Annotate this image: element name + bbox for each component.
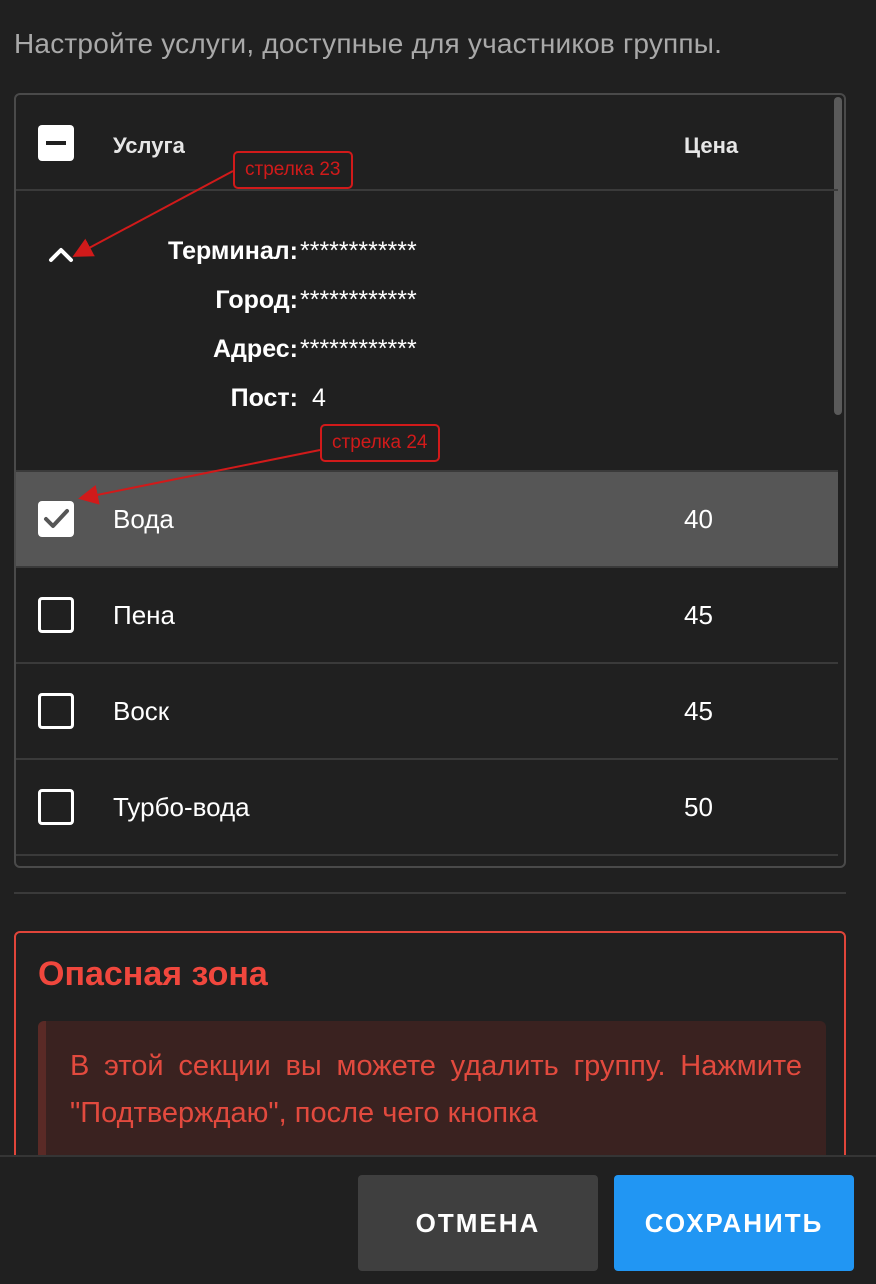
dialog-footer: ОТМЕНА СОХРАНИТЬ <box>0 1155 876 1284</box>
minus-icon <box>46 141 66 145</box>
select-all-checkbox[interactable] <box>38 125 74 161</box>
danger-zone-text: В этой секции вы можете удалить группу. … <box>70 1050 802 1129</box>
page: Настройте услуги, доступные для участник… <box>0 0 876 1284</box>
cancel-button[interactable]: ОТМЕНА <box>358 1175 598 1271</box>
table-header: Услуга Цена <box>16 95 838 191</box>
city-value: ************ <box>300 286 417 314</box>
service-row-pena[interactable]: Пена 45 <box>16 566 838 662</box>
services-table: Услуга Цена Терминал: ************ Город… <box>14 93 846 868</box>
service-price: 50 <box>684 792 713 822</box>
check-icon <box>44 509 69 528</box>
post-value: 4 <box>312 384 326 412</box>
annotation-arrow-23: стрелка 23 <box>233 151 353 189</box>
service-name: Пена <box>113 600 175 630</box>
section-divider <box>14 892 846 894</box>
terminal-row: Терминал: ************ <box>16 237 838 277</box>
service-row-vosk[interactable]: Воск 45 <box>16 662 838 758</box>
annotation-arrow-24: стрелка 24 <box>320 424 440 462</box>
terminal-value: ************ <box>300 237 417 265</box>
address-row: Адрес: ************ <box>16 335 838 375</box>
service-row-partial <box>16 854 838 866</box>
save-button[interactable]: СОХРАНИТЬ <box>614 1175 854 1271</box>
column-header-price[interactable]: Цена <box>684 133 738 159</box>
city-row: Город: ************ <box>16 286 838 326</box>
service-checkbox[interactable] <box>38 597 74 633</box>
service-price: 45 <box>684 600 713 630</box>
post-label: Пост: <box>230 384 298 412</box>
address-value: ************ <box>300 335 417 363</box>
section-subtitle: Настройте услуги, доступные для участник… <box>14 28 723 59</box>
address-label: Адрес: <box>213 335 298 363</box>
city-label: Город: <box>215 286 298 314</box>
service-name: Вода <box>113 504 174 534</box>
column-header-service[interactable]: Услуга <box>113 133 185 159</box>
service-price: 45 <box>684 696 713 726</box>
service-checkbox[interactable] <box>38 501 74 537</box>
post-row: Пост: 4 <box>16 384 838 424</box>
terminal-label: Терминал: <box>168 237 298 265</box>
service-name: Воск <box>113 696 170 726</box>
service-checkbox[interactable] <box>38 693 74 729</box>
service-checkbox[interactable] <box>38 789 74 825</box>
service-row-turbo-voda[interactable]: Турбо-вода 50 <box>16 758 838 854</box>
danger-zone: Опасная зона В этой секции вы можете уда… <box>14 931 846 1191</box>
service-row-voda[interactable]: Вода 40 <box>16 470 838 566</box>
service-name: Турбо-вода <box>113 792 250 822</box>
service-price: 40 <box>684 504 713 534</box>
danger-zone-title: Опасная зона <box>38 955 268 993</box>
